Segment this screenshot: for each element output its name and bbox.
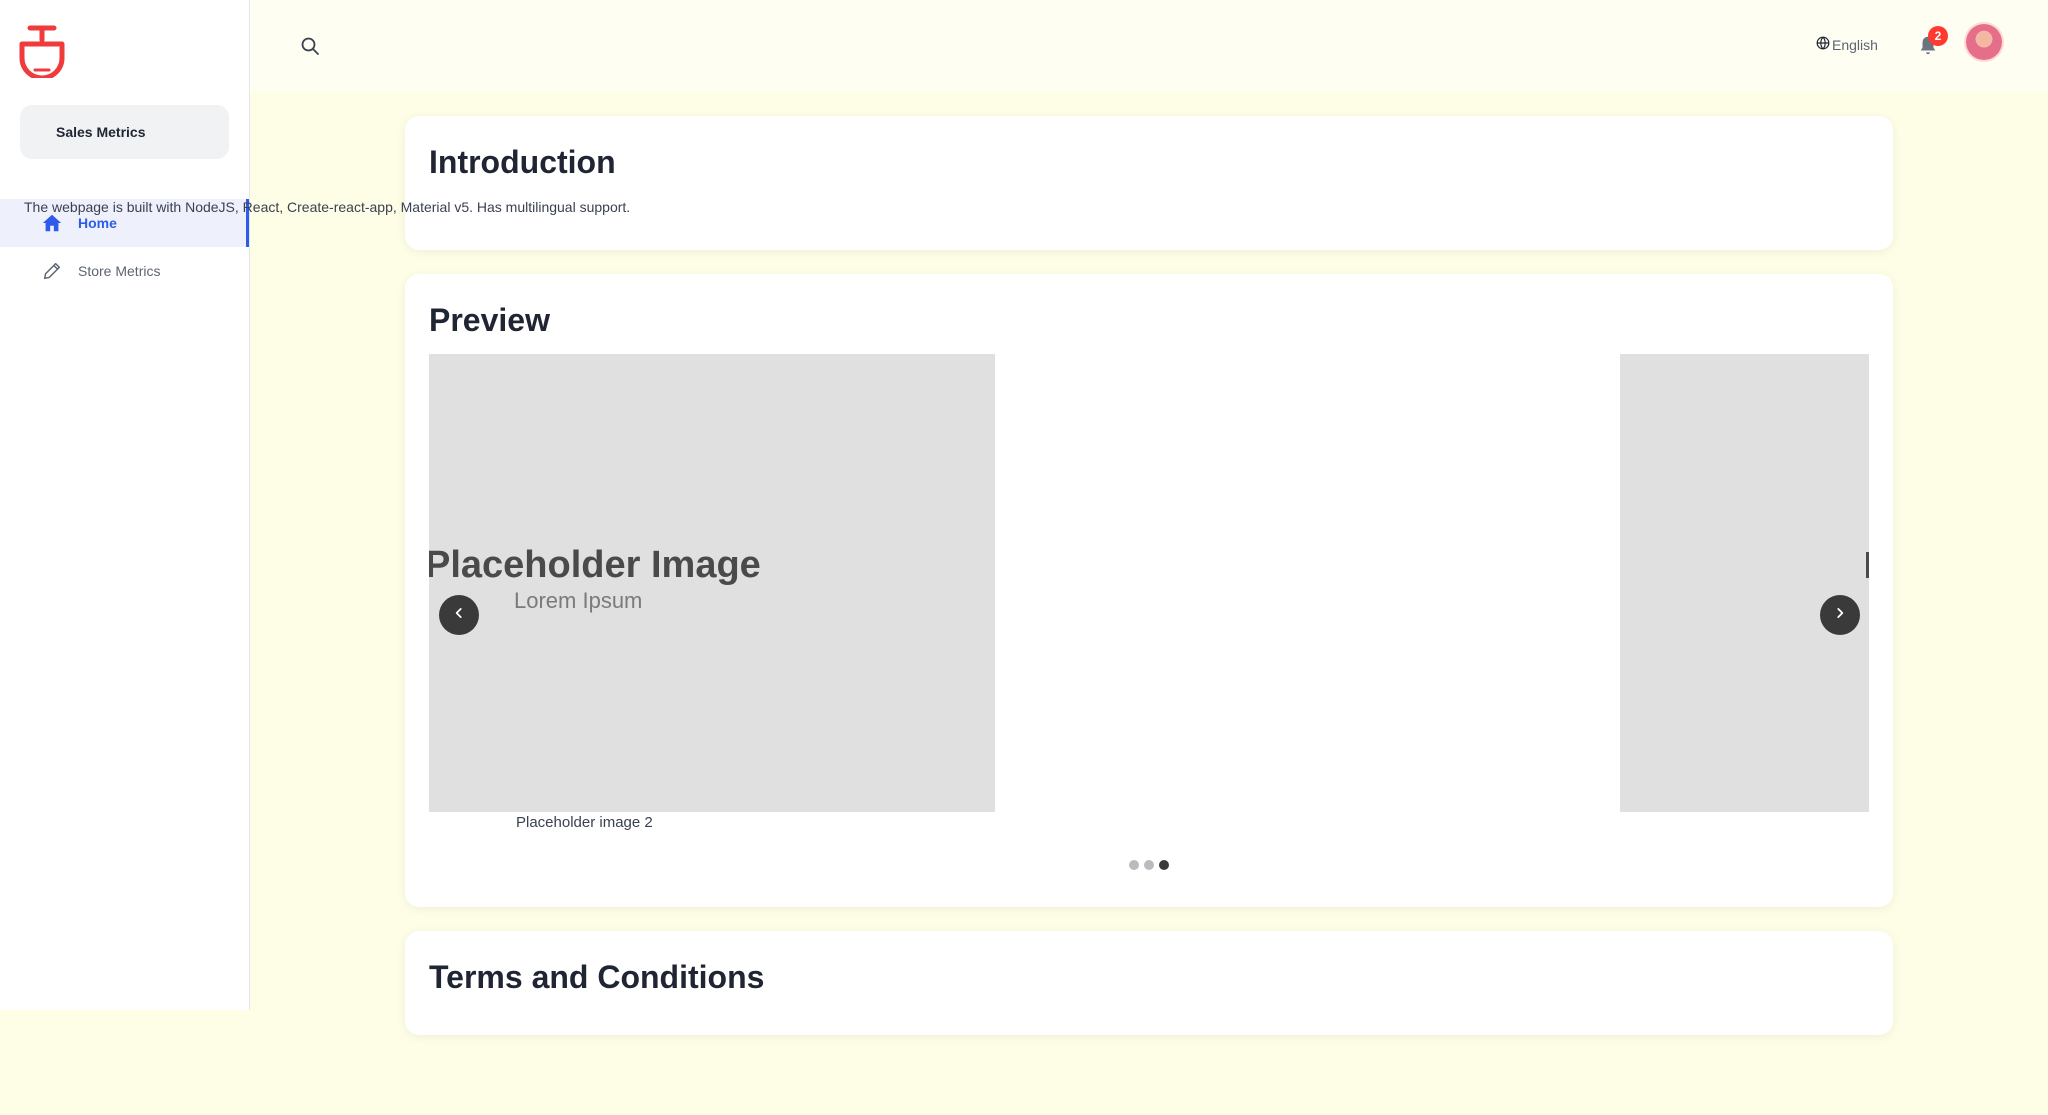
- app-logo-icon[interactable]: [18, 22, 66, 81]
- preview-title: Preview: [429, 302, 550, 338]
- sidebar-item-store-metrics[interactable]: Store Metrics: [0, 247, 249, 295]
- carousel-next-button[interactable]: [1820, 595, 1860, 635]
- carousel-dots: [1129, 860, 1169, 870]
- placeholder-image-subtitle: Lorem Ipsum: [514, 588, 643, 613]
- introduction-title: Introduction: [429, 144, 616, 180]
- chevron-right-icon: [1833, 606, 1847, 625]
- introduction-card: Introduction: [405, 116, 1893, 250]
- globe-icon: [1816, 36, 1830, 53]
- avatar[interactable]: [1966, 24, 2002, 60]
- notification-count-badge: 2: [1928, 26, 1948, 46]
- app-name-label: Sales Metrics: [56, 124, 146, 140]
- sidebar: Sales Metrics Home Store Metrics: [0, 0, 250, 1010]
- carousel-dot[interactable]: [1144, 860, 1154, 870]
- sidebar-item-label: Store Metrics: [78, 263, 161, 279]
- app-name-badge[interactable]: Sales Metrics: [20, 105, 229, 159]
- carousel-dot[interactable]: [1129, 860, 1139, 870]
- placeholder-image-title: Placeholder Image: [429, 544, 761, 586]
- search-icon[interactable]: [298, 34, 322, 58]
- placeholder-text-edge: [1866, 552, 1869, 578]
- chevron-left-icon: [452, 606, 466, 625]
- pencil-icon: [40, 259, 64, 283]
- introduction-text: The webpage is built with NodeJS, React,…: [24, 199, 631, 215]
- terms-card: Terms and Conditions: [405, 931, 1893, 1035]
- carousel-slide-next[interactable]: [1620, 354, 1869, 812]
- carousel-dot[interactable]: [1159, 860, 1169, 870]
- slide-caption: Placeholder image 2: [516, 814, 653, 831]
- terms-title: Terms and Conditions: [429, 959, 765, 995]
- top-header: English 2: [250, 0, 2048, 92]
- carousel-prev-button[interactable]: [439, 595, 479, 635]
- language-selector[interactable]: English: [1816, 36, 1878, 53]
- language-label: English: [1832, 36, 1878, 53]
- carousel-slide-current[interactable]: Placeholder Image Lorem Ipsum: [429, 354, 995, 812]
- sidebar-item-label: Home: [78, 215, 117, 231]
